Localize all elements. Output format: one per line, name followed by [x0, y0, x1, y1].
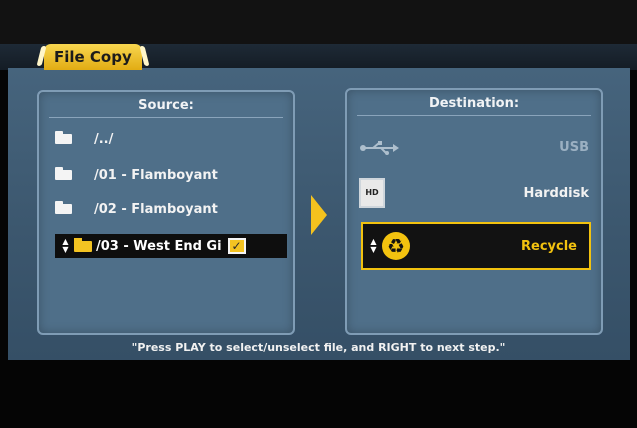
source-item-label: /../ — [94, 131, 114, 147]
source-divider — [49, 117, 283, 118]
bottom-letterbox — [0, 360, 637, 428]
source-item-parent[interactable]: /../ — [55, 128, 113, 150]
recycle-icon: ♻ — [382, 232, 410, 260]
page-title: File Copy — [54, 48, 132, 66]
top-letterbox — [0, 0, 637, 44]
destination-item-recycle-selected[interactable]: ▲ ▼ ♻ Recycle — [361, 222, 591, 270]
hdd-icon: HD — [359, 178, 385, 208]
title-tab: File Copy — [36, 44, 150, 70]
destination-item-usb[interactable]: USB — [359, 130, 589, 164]
folder-icon — [55, 167, 72, 180]
destination-panel: Destination: USB HD Harddisk ▲ ▼ ♻ Recyc… — [345, 88, 603, 335]
source-item-01-flamboyant[interactable]: /01 - Flamboyant — [55, 164, 218, 186]
source-title: Source: — [138, 98, 194, 113]
destination-title: Destination: — [428, 96, 520, 111]
file-copy-screen: File Copy Source: /../ /01 - Flamboyant … — [0, 0, 637, 428]
source-item-03-selected[interactable]: ▲ ▼ /03 - West End Gi ✓ — [55, 234, 287, 258]
destination-divider — [357, 115, 591, 116]
source-item-label: /01 - Flamboyant — [94, 167, 218, 183]
destination-item-label: Recycle — [521, 238, 577, 254]
folder-icon — [55, 201, 72, 214]
source-panel: Source: /../ /01 - Flamboyant /02 - Flam… — [37, 90, 295, 335]
right-arrow-icon — [311, 195, 327, 235]
destination-item-label: USB — [559, 139, 589, 155]
up-down-arrows-icon: ▲ ▼ — [62, 237, 69, 254]
source-item-label: /03 - West End Gi — [96, 238, 222, 254]
usb-icon — [359, 140, 399, 155]
up-down-arrows-icon: ▲ ▼ — [370, 237, 377, 254]
source-item-02-flamboyant[interactable]: /02 - Flamboyant — [55, 198, 218, 220]
destination-item-harddisk[interactable]: HD Harddisk — [359, 176, 589, 210]
help-hint: "Press PLAY to select/unselect file, and… — [131, 341, 506, 354]
destination-item-label: Harddisk — [523, 185, 589, 201]
folder-icon — [55, 131, 72, 144]
checkbox-checked-icon[interactable]: ✓ — [227, 238, 246, 254]
source-item-label: /02 - Flamboyant — [94, 201, 218, 217]
folder-open-icon — [74, 237, 92, 252]
